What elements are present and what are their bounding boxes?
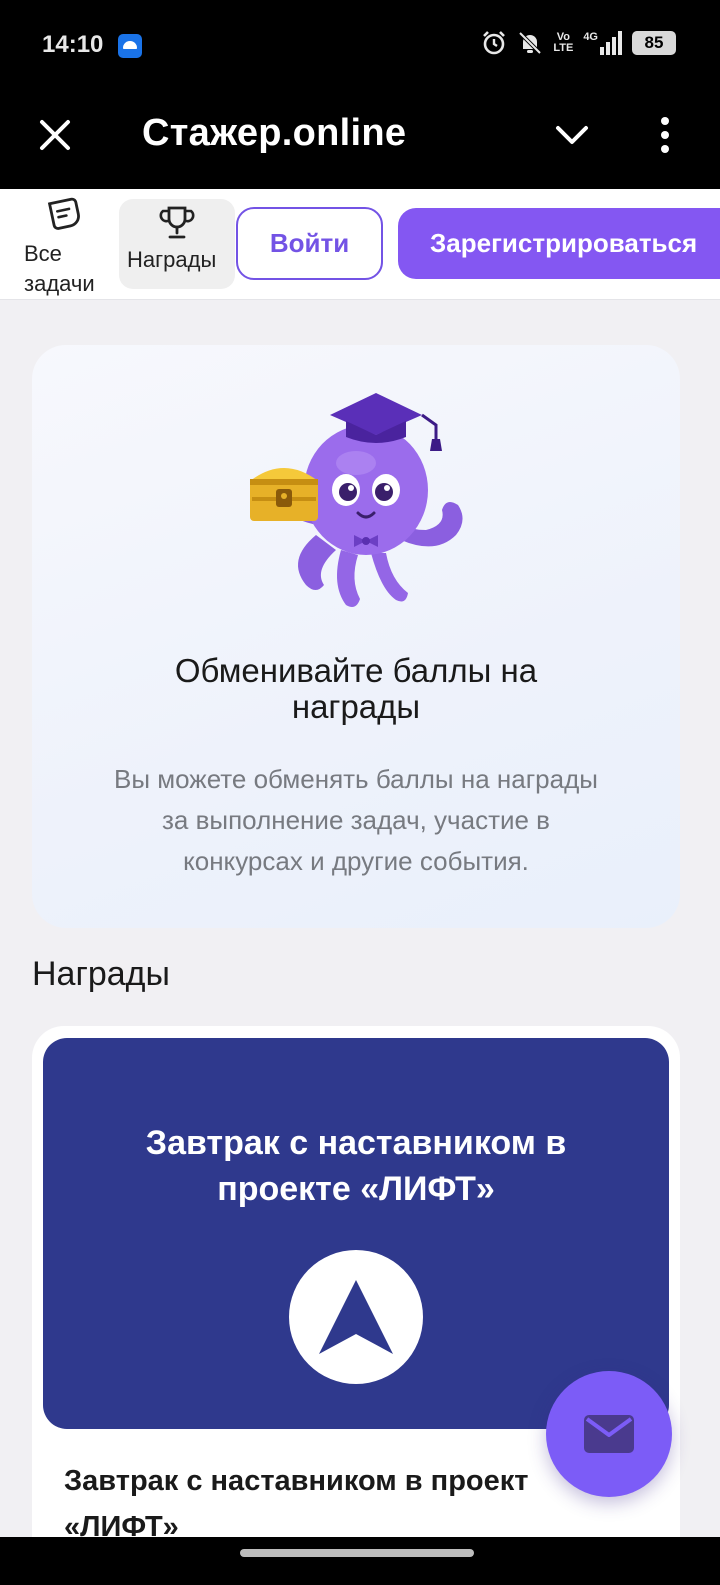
more-vert-icon xyxy=(661,117,669,153)
gesture-handle[interactable] xyxy=(240,1549,474,1557)
android-notification-icon xyxy=(118,34,142,58)
promo-text-line2: за выполнение задач, участие в xyxy=(162,805,550,835)
arrow-up-icon xyxy=(319,1280,393,1354)
octopus-mascot-illustration xyxy=(250,393,463,607)
chevron-down-icon xyxy=(556,126,588,144)
register-button[interactable]: Зарегистрироваться xyxy=(398,208,720,279)
status-bar: 14:10 Vo LTE 4G 85 xyxy=(0,0,720,92)
reward-title-line1: Завтрак с наставником в проект xyxy=(64,1465,529,1497)
reward-image-line2: проекте «ЛИФТ» xyxy=(217,1170,495,1208)
nav-all-tasks-line1: Все xyxy=(24,241,62,266)
nav-all-tasks-line2: задачи xyxy=(24,271,95,296)
login-button[interactable]: Войти xyxy=(236,207,383,280)
nav-all-tasks-label: Все задачи xyxy=(24,239,95,299)
network-type: 4G xyxy=(583,31,598,43)
signal-icon xyxy=(600,31,622,55)
nav-rewards[interactable]: Награды xyxy=(119,199,235,289)
reward-image: Завтрак с наставником в проекте «ЛИФТ» xyxy=(43,1038,669,1429)
message-fab-button[interactable] xyxy=(546,1371,672,1497)
close-icon xyxy=(40,120,70,150)
nav-rewards-label: Награды xyxy=(127,247,217,272)
top-navigation: Все задачи Награды Войти Зарегистрироват… xyxy=(0,189,720,300)
signal-group: 4G xyxy=(583,31,622,55)
rewards-section-title: Награды xyxy=(32,955,170,993)
promo-card: Обменивайте баллы на награды Вы можете о… xyxy=(32,345,680,928)
promo-description: Вы можете обменять баллы на награды за в… xyxy=(72,759,640,882)
page-title: Стажер.online xyxy=(142,112,407,154)
gesture-navigation-bar xyxy=(0,1537,720,1585)
tasks-icon xyxy=(47,197,80,230)
volte-indicator: Vo LTE xyxy=(553,32,573,54)
reward-image-line1: Завтрак с наставником в xyxy=(145,1124,567,1162)
trophy-icon xyxy=(159,206,195,239)
lift-logo xyxy=(289,1250,423,1384)
promo-text-line3: конкурсах и другие события. xyxy=(183,846,529,876)
mute-icon xyxy=(518,31,542,55)
status-icons: Vo LTE 4G 85 xyxy=(481,30,676,56)
reward-card[interactable]: Завтрак с наставником в проекте «ЛИФТ» З… xyxy=(32,1026,680,1585)
reward-image-caption: Завтрак с наставником в проекте «ЛИФТ» xyxy=(73,1120,639,1212)
expand-button[interactable] xyxy=(552,118,592,152)
promo-text-line1: Вы можете обменять баллы на награды xyxy=(114,764,598,794)
volte-bottom-label: LTE xyxy=(553,42,574,54)
close-button[interactable] xyxy=(34,114,76,156)
more-menu-button[interactable] xyxy=(655,114,675,156)
app-header: Стажер.online xyxy=(0,92,720,189)
alarm-icon xyxy=(483,31,506,55)
status-time: 14:10 xyxy=(42,31,104,58)
promo-title-line2: награды xyxy=(291,688,421,725)
battery-indicator: 85 xyxy=(632,31,676,55)
promo-title: Обменивайте баллы на награды xyxy=(72,653,640,725)
mail-icon xyxy=(584,1415,634,1453)
promo-title-line1: Обменивайте баллы на xyxy=(174,652,538,689)
